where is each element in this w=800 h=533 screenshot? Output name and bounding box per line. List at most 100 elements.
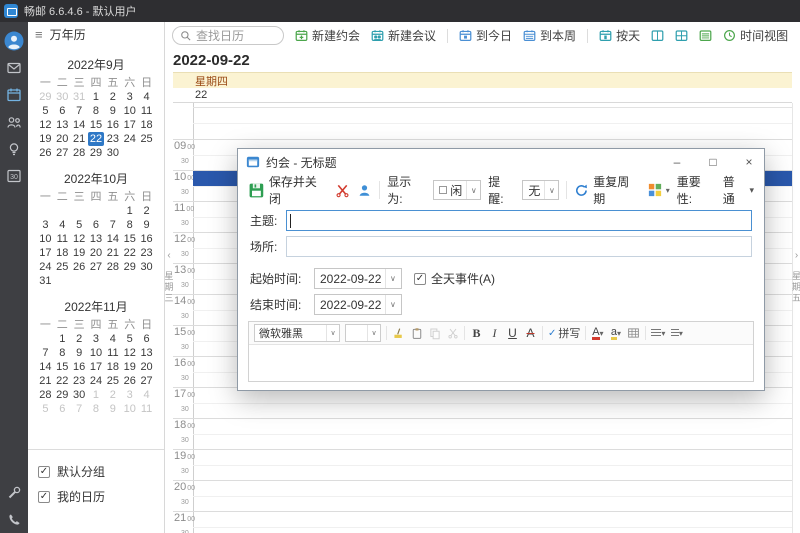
copy-button[interactable] bbox=[428, 325, 441, 341]
dialog-maximize-button[interactable]: □ bbox=[698, 151, 728, 173]
font-size-select[interactable]: ∨ bbox=[345, 324, 381, 342]
day-cell[interactable]: 12 bbox=[71, 232, 88, 246]
time-row[interactable]: 170030 bbox=[173, 388, 792, 419]
all-day-checkbox-group[interactable]: ✓ 全天事件(A) bbox=[414, 270, 495, 287]
dropdown-arrow-icon[interactable]: ∨ bbox=[544, 181, 558, 199]
new-appointment-button[interactable]: 新建约会 bbox=[295, 27, 360, 44]
day-cell[interactable]: 14 bbox=[71, 118, 88, 132]
day-cell[interactable]: 3 bbox=[88, 332, 105, 346]
day-cell[interactable]: 2 bbox=[138, 204, 155, 218]
all-day-checkbox[interactable]: ✓ bbox=[414, 273, 426, 285]
list-menu-button[interactable]: ▾ bbox=[670, 325, 683, 341]
show-as-select[interactable]: 闲 ∨ bbox=[433, 180, 481, 200]
day-cell[interactable]: 8 bbox=[88, 402, 105, 416]
day-cell[interactable]: 4 bbox=[138, 90, 155, 104]
group-default[interactable]: ✓ 默认分组 bbox=[38, 459, 154, 484]
day-cell[interactable]: 7 bbox=[37, 346, 54, 360]
day-cell[interactable]: 25 bbox=[138, 132, 155, 146]
day-cell[interactable]: 28 bbox=[104, 260, 121, 274]
paste-button[interactable] bbox=[410, 325, 423, 341]
body-text-area[interactable] bbox=[249, 345, 753, 381]
font-name-select[interactable]: 微软雅黑 ∨ bbox=[254, 324, 340, 342]
spell-check-button[interactable]: ✓ 拼写 bbox=[548, 325, 580, 341]
day-cell[interactable]: 22 bbox=[54, 374, 71, 388]
highlight-button[interactable]: a ▾ bbox=[609, 325, 622, 341]
day-cell[interactable]: 1 bbox=[54, 332, 71, 346]
dialog-titlebar[interactable]: 约会 - 无标题 – □ × bbox=[238, 149, 764, 175]
day-cell[interactable]: 29 bbox=[121, 260, 138, 274]
day-cell[interactable]: 21 bbox=[104, 246, 121, 260]
day-cell[interactable]: 2 bbox=[71, 332, 88, 346]
day-cell[interactable]: 22 bbox=[121, 246, 138, 260]
contacts-nav-button[interactable] bbox=[0, 108, 28, 135]
subject-input[interactable] bbox=[286, 210, 752, 231]
menu-icon[interactable]: ≡ bbox=[35, 28, 43, 41]
day-cell[interactable]: 16 bbox=[71, 360, 88, 374]
day-cell[interactable]: 19 bbox=[37, 132, 54, 146]
day-cell[interactable]: 21 bbox=[37, 374, 54, 388]
new-meeting-button[interactable]: 新建会议 bbox=[371, 27, 436, 44]
location-input[interactable] bbox=[286, 236, 752, 257]
day-cell[interactable]: 7 bbox=[71, 402, 88, 416]
day-cell[interactable]: 7 bbox=[71, 104, 88, 118]
day-cell[interactable]: 1 bbox=[88, 388, 105, 402]
day-cell[interactable]: 19 bbox=[121, 360, 138, 374]
dropdown-arrow-icon[interactable]: ∨ bbox=[367, 325, 380, 341]
day-cell[interactable]: 6 bbox=[138, 332, 155, 346]
day-cell[interactable]: 26 bbox=[71, 260, 88, 274]
day-cell[interactable]: 17 bbox=[37, 246, 54, 260]
day-cell[interactable]: 5 bbox=[71, 218, 88, 232]
notes-nav-button[interactable] bbox=[0, 135, 28, 162]
day-cell[interactable]: 27 bbox=[88, 260, 105, 274]
day-cell[interactable]: 4 bbox=[104, 332, 121, 346]
day-cell[interactable]: 3 bbox=[37, 218, 54, 232]
day-cell[interactable]: 10 bbox=[37, 232, 54, 246]
time-row[interactable]: 210030 bbox=[173, 512, 792, 533]
day-cell[interactable]: 15 bbox=[88, 118, 105, 132]
my-calendar-checkbox[interactable]: ✓ bbox=[38, 491, 50, 503]
prev-day-icon[interactable]: ‹ bbox=[167, 251, 170, 261]
start-date-select[interactable]: 2022-09-22 ∨ bbox=[314, 268, 402, 289]
day-cell[interactable]: 26 bbox=[37, 146, 54, 160]
day-cell[interactable]: 1 bbox=[121, 204, 138, 218]
day-cell[interactable]: 15 bbox=[54, 360, 71, 374]
dialog-close-button[interactable]: × bbox=[734, 151, 764, 173]
day-cell[interactable]: 19 bbox=[71, 246, 88, 260]
day-cell[interactable]: 30 bbox=[54, 90, 71, 104]
bold-button[interactable]: B bbox=[470, 325, 483, 341]
day-cell-selected[interactable]: 22 bbox=[88, 132, 105, 146]
day-cell[interactable]: 11 bbox=[138, 402, 155, 416]
schedule-nav-button[interactable]: 30 bbox=[0, 162, 28, 189]
time-row[interactable]: 180030 bbox=[173, 419, 792, 450]
day-cell[interactable]: 27 bbox=[54, 146, 71, 160]
by-day-button[interactable]: 按天 bbox=[599, 27, 640, 44]
view-month-button[interactable] bbox=[699, 29, 712, 42]
day-cell[interactable]: 3 bbox=[121, 388, 138, 402]
day-cell[interactable]: 11 bbox=[54, 232, 71, 246]
day-cell[interactable]: 14 bbox=[37, 360, 54, 374]
time-row[interactable]: 200030 bbox=[173, 481, 792, 512]
day-cell[interactable]: 13 bbox=[54, 118, 71, 132]
day-cell[interactable]: 3 bbox=[121, 90, 138, 104]
day-cell[interactable]: 9 bbox=[104, 104, 121, 118]
day-cell[interactable]: 9 bbox=[138, 218, 155, 232]
next-day-icon[interactable]: › bbox=[795, 251, 798, 261]
day-cell[interactable]: 29 bbox=[54, 388, 71, 402]
font-color-button[interactable]: A ▾ bbox=[591, 325, 604, 341]
day-cell[interactable]: 29 bbox=[88, 146, 105, 160]
calendar-nav-button[interactable] bbox=[0, 81, 28, 108]
day-cell[interactable]: 21 bbox=[71, 132, 88, 146]
day-cell[interactable]: 2 bbox=[104, 388, 121, 402]
day-cell[interactable]: 9 bbox=[71, 346, 88, 360]
day-cell[interactable]: 31 bbox=[71, 90, 88, 104]
day-cell[interactable]: 18 bbox=[104, 360, 121, 374]
day-cell[interactable]: 16 bbox=[104, 118, 121, 132]
day-cell[interactable]: 23 bbox=[71, 374, 88, 388]
save-close-button[interactable]: 保存并关闭 bbox=[248, 173, 328, 207]
day-cell[interactable]: 14 bbox=[104, 232, 121, 246]
group-default-checkbox[interactable]: ✓ bbox=[38, 466, 50, 478]
day-cell[interactable]: 5 bbox=[121, 332, 138, 346]
day-cell[interactable]: 24 bbox=[37, 260, 54, 274]
day-cell[interactable]: 13 bbox=[138, 346, 155, 360]
search-box[interactable] bbox=[172, 26, 284, 45]
